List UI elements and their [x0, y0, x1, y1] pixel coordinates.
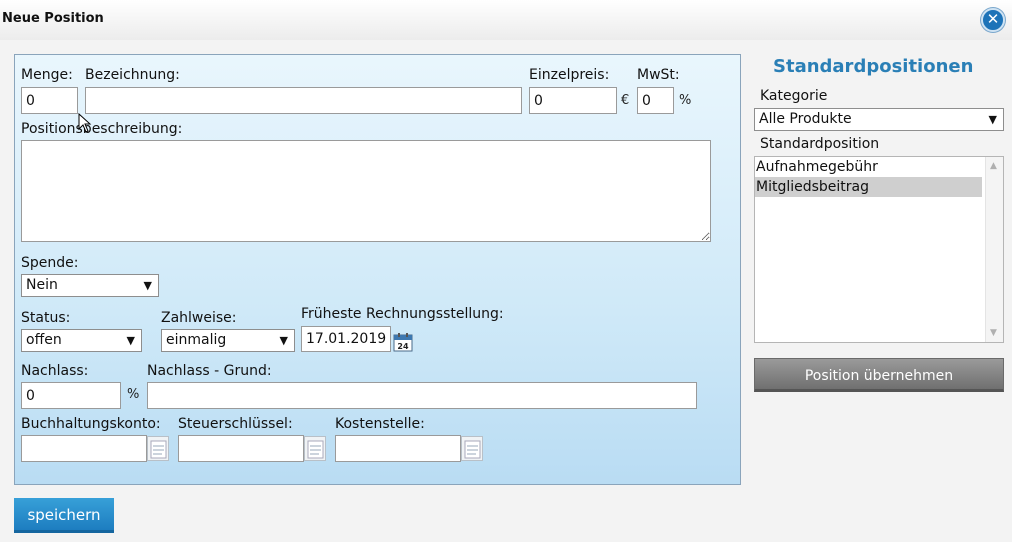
mwst-input[interactable] [637, 87, 674, 114]
spende-select[interactable]: Nein ▼ [21, 274, 159, 297]
dialog-titlebar: Neue Position ✕ [0, 0, 1012, 40]
scrollbar[interactable]: ▲ ▼ [985, 157, 1003, 342]
bezeichnung-label: Bezeichnung: [85, 67, 180, 83]
position-uebernehmen-button[interactable]: Position übernehmen [754, 358, 1004, 392]
status-selected-value: offen [26, 332, 62, 348]
einzelpreis-label: Einzelpreis: [529, 67, 610, 83]
standardposition-label: Standardposition [760, 136, 880, 152]
kategorie-selected-value: Alle Produkte [759, 111, 852, 127]
save-button[interactable]: speichern [14, 498, 114, 533]
chevron-down-icon: ▼ [279, 334, 288, 347]
svg-text:24: 24 [397, 342, 409, 351]
close-icon[interactable]: ✕ [981, 8, 1005, 32]
buchhaltungskonto-label: Buchhaltungskonto: [21, 416, 161, 432]
position-form-panel: Menge: Bezeichnung: Einzelpreis: € MwSt:… [14, 54, 741, 485]
menge-input[interactable] [21, 87, 78, 114]
positionsbeschreibung-label: Positionsbeschreibung: [21, 121, 183, 137]
spende-selected-value: Nein [26, 277, 58, 293]
nachlass-grund-label: Nachlass - Grund: [147, 363, 272, 379]
calendar-icon[interactable]: 24 [393, 332, 413, 352]
einzelpreis-unit: € [621, 93, 630, 108]
chevron-down-icon: ▼ [126, 334, 135, 347]
menge-label: Menge: [21, 67, 73, 83]
scroll-up-icon[interactable]: ▲ [990, 161, 997, 171]
standardpositionen-title: Standardpositionen [773, 56, 974, 77]
zahlweise-select[interactable]: einmalig ▼ [161, 329, 295, 352]
scroll-down-icon[interactable]: ▼ [990, 328, 997, 338]
positionsbeschreibung-textarea[interactable] [21, 140, 711, 242]
status-select[interactable]: offen ▼ [21, 329, 142, 352]
einzelpreis-input[interactable] [529, 87, 617, 114]
zahlweise-selected-value: einmalig [166, 332, 227, 348]
rechnungsstellung-label: Früheste Rechnungsstellung: [301, 306, 504, 322]
buchhaltungskonto-input[interactable] [21, 435, 147, 462]
zahlweise-label: Zahlweise: [161, 310, 237, 326]
list-item[interactable]: Mitgliedsbeitrag [755, 177, 982, 197]
kategorie-select[interactable]: Alle Produkte ▼ [754, 108, 1004, 131]
rechnungsstellung-date-input[interactable] [301, 326, 391, 352]
spende-label: Spende: [21, 255, 79, 271]
mwst-unit: % [679, 93, 692, 108]
nachlass-grund-input[interactable] [147, 382, 697, 409]
nachlass-input[interactable] [21, 382, 121, 409]
kostenstelle-label: Kostenstelle: [335, 416, 425, 432]
standardposition-listbox[interactable]: Aufnahmegebühr Mitgliedsbeitrag ▲ ▼ [754, 156, 1004, 343]
kategorie-label: Kategorie [760, 88, 828, 104]
dialog-title: Neue Position [2, 11, 104, 26]
lookup-icon[interactable] [461, 436, 483, 461]
steuerschluessel-input[interactable] [178, 435, 304, 462]
steuerschluessel-label: Steuerschlüssel: [178, 416, 293, 432]
nachlass-unit: % [127, 387, 140, 402]
lookup-icon[interactable] [147, 436, 169, 461]
kostenstelle-input[interactable] [335, 435, 461, 462]
mouse-cursor-icon [78, 112, 92, 137]
chevron-down-icon: ▼ [143, 279, 152, 292]
list-item[interactable]: Aufnahmegebühr [755, 157, 982, 177]
lookup-icon[interactable] [304, 436, 326, 461]
nachlass-label: Nachlass: [21, 363, 89, 379]
status-label: Status: [21, 310, 71, 326]
chevron-down-icon: ▼ [988, 113, 997, 126]
bezeichnung-input[interactable] [85, 87, 522, 114]
mwst-label: MwSt: [637, 67, 680, 83]
